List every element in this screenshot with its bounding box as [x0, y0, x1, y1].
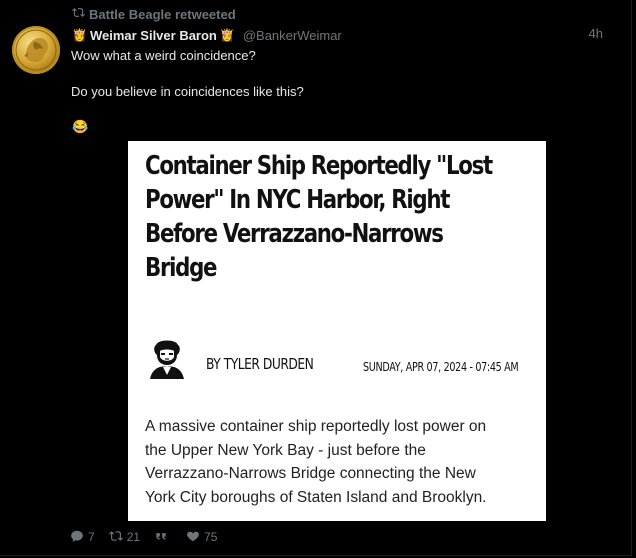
author-portrait-icon — [146, 337, 188, 379]
heart-icon — [186, 529, 200, 546]
tweet-card[interactable]: Battle Beagle retweeted 👸 Weimar Silver … — [0, 0, 632, 556]
crown-emoji-right: 👸 — [219, 28, 235, 42]
body-line: York City boroughs of Staten Island and … — [145, 488, 487, 506]
retweet-button[interactable]: 21 — [108, 529, 141, 546]
body-line: Verrazzano-Narrows Bridge connecting the… — [145, 465, 476, 482]
reply-icon — [70, 529, 84, 546]
tweet-text-line-2: Do you believe in coincidences like this… — [71, 84, 304, 99]
tweet-header: 👸 Weimar Silver Baron 👸 @BankerWeimar 4h — [72, 26, 603, 44]
like-count: 75 — [204, 530, 218, 544]
avatar[interactable] — [12, 26, 60, 74]
reply-button[interactable]: 7 — [70, 529, 95, 546]
retweet-icon — [108, 529, 123, 546]
article-image[interactable]: Container Ship Reportedly "Lost Power" I… — [128, 141, 546, 521]
article-headline: Container Ship Reportedly "Lost Power" I… — [145, 149, 493, 285]
retweet-count: 21 — [126, 530, 141, 544]
headline-line: Power" In NYC Harbor, Right — [145, 185, 450, 215]
buffalo-coin-icon — [15, 29, 57, 71]
tweet-timestamp[interactable]: 4h — [589, 26, 603, 41]
crown-emoji-left: 👸 — [72, 28, 87, 42]
article-byline: BY TYLER DURDEN — [206, 355, 314, 373]
user-handle[interactable]: @BankerWeimar — [243, 28, 342, 43]
retweet-indicator[interactable]: Battle Beagle retweeted — [72, 6, 236, 22]
tweet-actions: 7 21 75 — [70, 529, 231, 545]
body-line: A massive container ship reportedly lost… — [145, 418, 487, 435]
quote-button[interactable] — [154, 529, 172, 546]
article-body: A massive container ship reportedly lost… — [145, 415, 535, 509]
headline-line: Bridge — [145, 253, 217, 283]
headline-line: Container Ship Reportedly "Lost — [145, 151, 493, 181]
article-date: SUNDAY, APR 07, 2024 - 07:45 AM — [363, 360, 519, 374]
tweet-text-line-1: Wow what a weird coincidence? — [71, 48, 256, 63]
laughing-emoji: 😂 — [72, 119, 89, 134]
like-button[interactable]: 75 — [186, 529, 217, 546]
body-line: the Upper New York Bay - just before the — [145, 441, 426, 459]
quote-icon — [154, 529, 168, 546]
reply-count: 7 — [88, 530, 95, 544]
display-name[interactable]: 👸 Weimar Silver Baron 👸 — [72, 28, 235, 43]
display-name-text: Weimar Silver Baron — [89, 27, 217, 43]
retweet-icon — [72, 6, 85, 22]
retweet-label: Battle Beagle retweeted — [89, 6, 236, 22]
headline-line: Before Verrazzano-Narrows — [145, 219, 444, 249]
